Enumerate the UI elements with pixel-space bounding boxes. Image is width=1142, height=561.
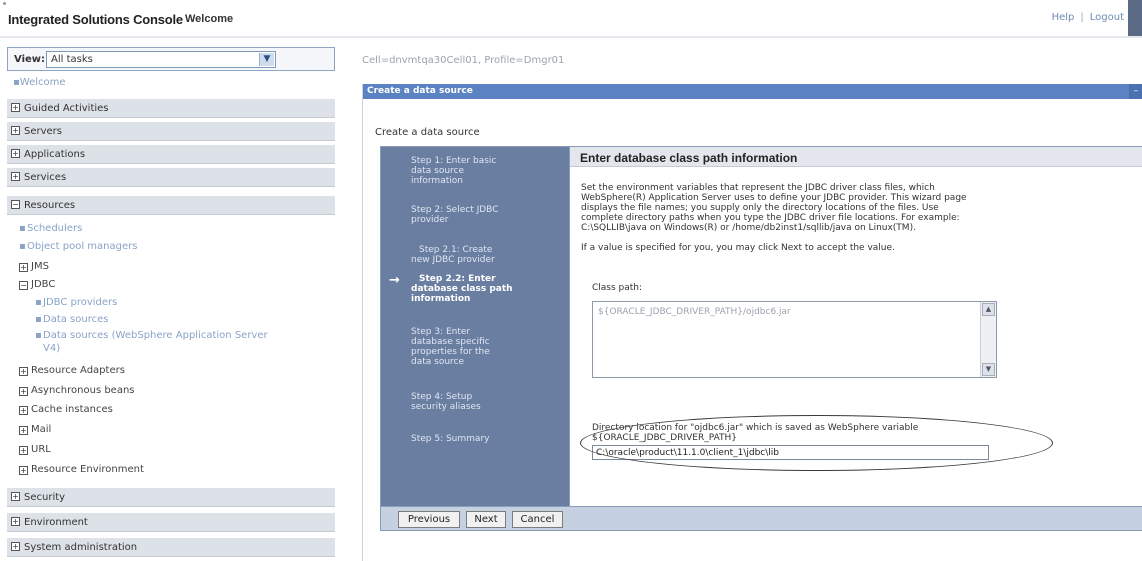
- portlet-title: Create a data source: [367, 86, 473, 96]
- expand-icon[interactable]: +: [19, 426, 28, 435]
- expand-icon[interactable]: +: [11, 492, 20, 501]
- view-select[interactable]: All tasks ▼: [46, 51, 276, 68]
- expand-icon[interactable]: +: [19, 367, 28, 376]
- nav-jdbc-providers[interactable]: ▪JDBC providers: [35, 297, 117, 308]
- nav-resource-adapters[interactable]: + Resource Adapters: [19, 365, 125, 376]
- nav-guided-activities[interactable]: + Guided Activities: [7, 99, 335, 118]
- nav-jdbc[interactable]: − JDBC: [19, 279, 55, 290]
- collapse-icon[interactable]: −: [19, 281, 28, 290]
- class-path-label: Class path:: [592, 283, 643, 293]
- wizard: Step 1: Enter basic data source informatio…: [380, 146, 1142, 531]
- nav-data-sources[interactable]: ▪Data sources: [35, 314, 108, 325]
- scroll-down-icon[interactable]: ▼: [982, 363, 995, 376]
- banner-rule: [0, 36, 1142, 38]
- current-step-arrow-icon: →: [389, 273, 400, 288]
- cancel-button[interactable]: Cancel: [512, 511, 563, 528]
- nav-applications[interactable]: + Applications: [7, 145, 335, 164]
- portlet-header: Create a data source –: [363, 84, 1142, 99]
- nav-resources[interactable]: − Resources: [7, 196, 335, 215]
- step-2: Step 2: Select JDBC provider: [411, 205, 499, 225]
- create-data-source-portlet: Create a data source – Create a data sou…: [362, 84, 1142, 561]
- nav-welcome-link[interactable]: ▪Welcome: [13, 77, 66, 88]
- banner-separator: |: [1080, 12, 1084, 23]
- breadcrumb: Cell=dnvmtqa30Cell01, Profile=Dmgr01: [362, 55, 565, 66]
- directory-location-value: C:\oracle\product\11.1.0\client_1\jdbc\l…: [596, 448, 779, 458]
- nav-asynchronous-beans[interactable]: + Asynchronous beans: [19, 385, 135, 396]
- class-path-value: ${ORACLE_JDBC_DRIVER_PATH}/ojdbc6.jar: [598, 307, 791, 317]
- expand-icon[interactable]: +: [11, 103, 20, 112]
- expand-icon[interactable]: +: [11, 126, 20, 135]
- wizard-steps: Step 1: Enter basic data source informatio…: [381, 147, 569, 506]
- previous-button[interactable]: Previous: [398, 511, 460, 528]
- nav-security[interactable]: + Security: [7, 488, 335, 507]
- nav-servers[interactable]: + Servers: [7, 122, 335, 141]
- minimize-icon[interactable]: –: [1129, 84, 1142, 99]
- app-title: Integrated Solutions Console: [8, 12, 183, 27]
- nav-object-pool-managers[interactable]: ▪Object pool managers: [19, 241, 137, 252]
- next-button[interactable]: Next: [466, 511, 506, 528]
- chevron-down-icon[interactable]: ▼: [259, 53, 274, 66]
- class-path-textarea[interactable]: ${ORACLE_JDBC_DRIVER_PATH}/ojdbc6.jar ▲ …: [592, 301, 997, 378]
- nav-resource-environment[interactable]: + Resource Environment: [19, 464, 144, 475]
- wizard-content: Enter database class path information Se…: [569, 147, 1142, 506]
- directory-location-label: Directory location for "ojdbc6.jar" whic…: [592, 423, 919, 443]
- welcome-text: Welcome: [185, 13, 234, 25]
- nav-environment[interactable]: + Environment: [7, 513, 335, 532]
- description: Set the environment variables that repre…: [581, 183, 967, 233]
- directory-location-input[interactable]: C:\oracle\product\11.1.0\client_1\jdbc\l…: [592, 445, 989, 460]
- step-5: Step 5: Summary: [411, 434, 490, 444]
- help-link[interactable]: Help: [1052, 12, 1075, 23]
- nav-schedulers[interactable]: ▪Schedulers: [19, 223, 82, 234]
- nav-system-administration[interactable]: + System administration: [7, 538, 335, 557]
- logout-link[interactable]: Logout: [1090, 12, 1124, 23]
- nav-jms[interactable]: + JMS: [19, 261, 49, 272]
- expand-icon[interactable]: +: [19, 387, 28, 396]
- nav-url[interactable]: + URL: [19, 444, 51, 455]
- nav-data-sources-v4-cont[interactable]: V4): [43, 343, 60, 354]
- step-2-2-current: Step 2.2: Enter database class path inform…: [411, 274, 513, 304]
- wizard-button-bar: Previous Next Cancel: [381, 506, 1142, 530]
- view-select-value: All tasks: [51, 54, 93, 65]
- collapse-icon[interactable]: −: [11, 200, 20, 209]
- step-3: Step 3: Enter database specific properties…: [411, 327, 490, 367]
- banner-links: Help | Logout: [1052, 12, 1124, 23]
- navigation-tree: View: All tasks ▼ ▪Welcome + Guided Activ…: [7, 47, 335, 561]
- accept-value-note: If a value is specified for you, you may…: [581, 243, 895, 253]
- expand-icon[interactable]: +: [11, 517, 20, 526]
- nav-cache-instances[interactable]: + Cache instances: [19, 404, 113, 415]
- banner-dot: [3, 2, 6, 5]
- step-1: Step 1: Enter basic data source informatio…: [411, 156, 497, 186]
- view-filter: View: All tasks ▼: [7, 47, 335, 71]
- expand-icon[interactable]: +: [11, 542, 20, 551]
- portlet-subtitle: Create a data source: [375, 127, 480, 138]
- step-2-1: Step 2.1: Create new JDBC provider: [411, 245, 495, 265]
- banner: Integrated Solutions Console Welcome Hel…: [0, 0, 1142, 36]
- nav-mail[interactable]: + Mail: [19, 424, 51, 435]
- expand-icon[interactable]: +: [19, 446, 28, 455]
- expand-icon[interactable]: +: [19, 466, 28, 475]
- content-header: Enter database class path information: [570, 147, 1142, 167]
- scrollbar[interactable]: ▲ ▼: [980, 302, 996, 377]
- expand-icon[interactable]: +: [19, 263, 28, 272]
- content-title: Enter database class path information: [580, 151, 798, 165]
- banner-edge: [1128, 0, 1142, 36]
- nav-data-sources-v4[interactable]: ▪Data sources (WebSphere Application Ser…: [35, 330, 268, 341]
- expand-icon[interactable]: +: [11, 149, 20, 158]
- scroll-up-icon[interactable]: ▲: [982, 303, 995, 316]
- view-label: View:: [14, 54, 46, 65]
- step-4: Step 4: Setup security aliases: [411, 392, 481, 412]
- expand-icon[interactable]: +: [19, 406, 28, 415]
- expand-icon[interactable]: +: [11, 172, 20, 181]
- nav-services[interactable]: + Services: [7, 168, 335, 187]
